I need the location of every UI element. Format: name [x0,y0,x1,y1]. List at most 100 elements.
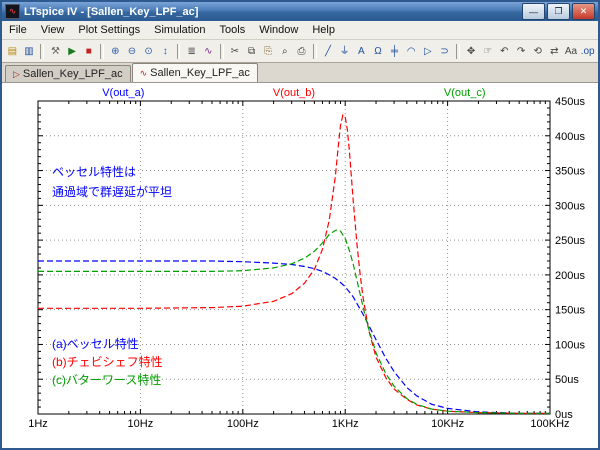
netlist-icon-glyph: ≣ [188,43,196,60]
menu-plot-settings[interactable]: Plot Settings [71,21,147,39]
tab-label: Sallen_Key_LPF_ac [23,68,123,80]
control-panel-icon-glyph: ⚒ [51,43,60,60]
tab-1[interactable]: ▷Sallen_Key_LPF_ac [5,65,131,82]
toolbar-separator [177,44,181,59]
y-tick-label: 400us [555,131,585,143]
ground-icon[interactable]: ⏚ [336,42,353,61]
toolbar-separator [220,44,224,59]
capacitor-icon[interactable]: ╪ [386,42,403,61]
x-tick-label: 10KHz [431,418,464,430]
find-icon-glyph: ⌕ [282,43,288,60]
trace-label-vout_b[interactable]: V(out_b) [273,87,315,99]
inductor-icon[interactable]: ◠ [403,42,420,61]
y-tick-label: 300us [555,200,585,212]
x-tick-label: 1Hz [28,418,48,430]
tab-label: Sallen_Key_LPF_ac [150,67,250,79]
wire-icon[interactable]: ╱ [320,42,337,61]
close-button[interactable]: ✕ [572,3,595,20]
menu-window[interactable]: Window [252,21,305,39]
trace-label-vout_a[interactable]: V(out_a) [102,87,144,99]
paste-icon[interactable]: ⎘ [260,42,277,61]
resistor-icon-glyph: Ω [374,43,381,60]
redo-icon[interactable]: ↷ [513,42,530,61]
copy-icon[interactable]: ⧉ [243,42,260,61]
restore-button[interactable]: ❐ [547,3,570,20]
menu-file[interactable]: File [2,21,34,39]
capacitor-icon-glyph: ╪ [391,43,398,60]
waveform-icon-glyph: ∿ [204,43,212,60]
waveform-tab-icon: ∿ [140,68,148,79]
plot-pane: 1Hz10Hz100Hz1KHz10KHz100KHz0us50us100us1… [2,83,598,450]
cut-icon[interactable]: ✂ [227,42,244,61]
y-tick-label: 350us [555,166,585,178]
schematic-tab-icon: ▷ [13,69,20,80]
diode-icon[interactable]: ▷ [420,42,437,61]
titlebar: ∿ LTspice IV - [Sallen_Key_LPF_ac] —❐✕ [2,2,598,21]
y-tick-label: 0us [555,409,573,421]
tab-2-active[interactable]: ∿Sallen_Key_LPF_ac [132,63,258,82]
drag-icon-glyph: ☞ [483,43,492,60]
component-icon[interactable]: ⊃ [436,42,453,61]
resistor-icon[interactable]: Ω [370,42,387,61]
y-tick-label: 200us [555,270,585,282]
rotate-icon[interactable]: ⟲ [529,42,546,61]
legend-item-3: (c)バターワース特性 [52,372,161,387]
y-tick-label: 450us [555,96,585,108]
ltspice-window: ∿ LTspice IV - [Sallen_Key_LPF_ac] —❐✕ F… [0,0,600,450]
open-icon-glyph: ▤ [8,43,17,60]
menubar: FileViewPlot SettingsSimulationToolsWind… [2,21,598,40]
redo-icon-glyph: ↷ [517,43,525,60]
toolbar: ▤▥ ⚒▶ ■ ⊕ ⊖⊙ ↕ ≣ ∿ ✂ ⧉ ⎘ ⌕ ⎙ ╱ ⏚AΩ ╪ ◠▷⊃ ✥ ☞ ↶ ↷ ⟲ ⇄ Aa.op [2,40,598,63]
toolbar-separator [456,44,460,59]
ground-icon-glyph: ⏚ [340,43,350,60]
zoom-area-icon-glyph: ⊕ [111,43,119,60]
undo-icon[interactable]: ↶ [496,42,513,61]
halt-icon[interactable]: ■ [80,42,97,61]
menu-help[interactable]: Help [305,21,342,39]
zoom-full-icon[interactable]: ⊙ [140,42,157,61]
drag-icon[interactable]: ☞ [479,42,496,61]
print-icon-glyph: ⎙ [297,43,305,60]
paste-icon-glyph: ⎘ [264,43,272,60]
autorange-icon[interactable]: ↕ [157,42,174,61]
trace-label-vout_c[interactable]: V(out_c) [444,87,486,99]
tabbar: ▷Sallen_Key_LPF_ac∿Sallen_Key_LPF_ac [2,63,598,83]
text-icon[interactable]: Aa [563,42,580,61]
zoom-back-icon-glyph: ⊖ [128,43,136,60]
menu-simulation[interactable]: Simulation [147,21,212,39]
find-icon[interactable]: ⌕ [277,42,294,61]
component-icon-glyph: ⊃ [440,43,448,60]
annotation-line-2: 通過域で群遅延が平坦 [52,184,172,199]
y-tick-label: 250us [555,235,585,247]
print-icon[interactable]: ⎙ [293,42,310,61]
annotation-line-1: ベッセル特性は [52,164,136,179]
netlist-icon[interactable]: ≣ [183,42,200,61]
mirror-icon[interactable]: ⇄ [546,42,563,61]
copy-icon-glyph: ⧉ [248,43,255,60]
run-icon[interactable]: ▶ [64,42,81,61]
undo-icon-glyph: ↶ [500,43,508,60]
control-panel-icon[interactable]: ⚒ [47,42,64,61]
zoom-back-icon[interactable]: ⊖ [124,42,141,61]
menu-tools[interactable]: Tools [213,21,253,39]
move-icon-glyph: ✥ [467,43,475,60]
move-icon[interactable]: ✥ [463,42,480,61]
save-icon[interactable]: ▥ [21,42,38,61]
wire-icon-glyph: ╱ [325,43,331,60]
open-icon[interactable]: ▤ [4,42,21,61]
cut-icon-glyph: ✂ [231,43,239,60]
waveform-icon[interactable]: ∿ [200,42,217,61]
mirror-icon-glyph: ⇄ [550,43,558,60]
label-icon[interactable]: A [353,42,370,61]
spice-directive-icon[interactable]: .op [579,42,596,61]
rotate-icon-glyph: ⟲ [533,43,541,60]
toolbar-separator [100,44,104,59]
minimize-button[interactable]: — [522,3,545,20]
halt-icon-glyph: ■ [86,43,92,60]
autorange-icon-glyph: ↕ [163,43,168,60]
window-buttons: —❐✕ [522,3,595,20]
zoom-area-icon[interactable]: ⊕ [107,42,124,61]
inductor-icon-glyph: ◠ [407,43,416,60]
x-tick-label: 100Hz [227,418,259,430]
menu-view[interactable]: View [34,21,72,39]
